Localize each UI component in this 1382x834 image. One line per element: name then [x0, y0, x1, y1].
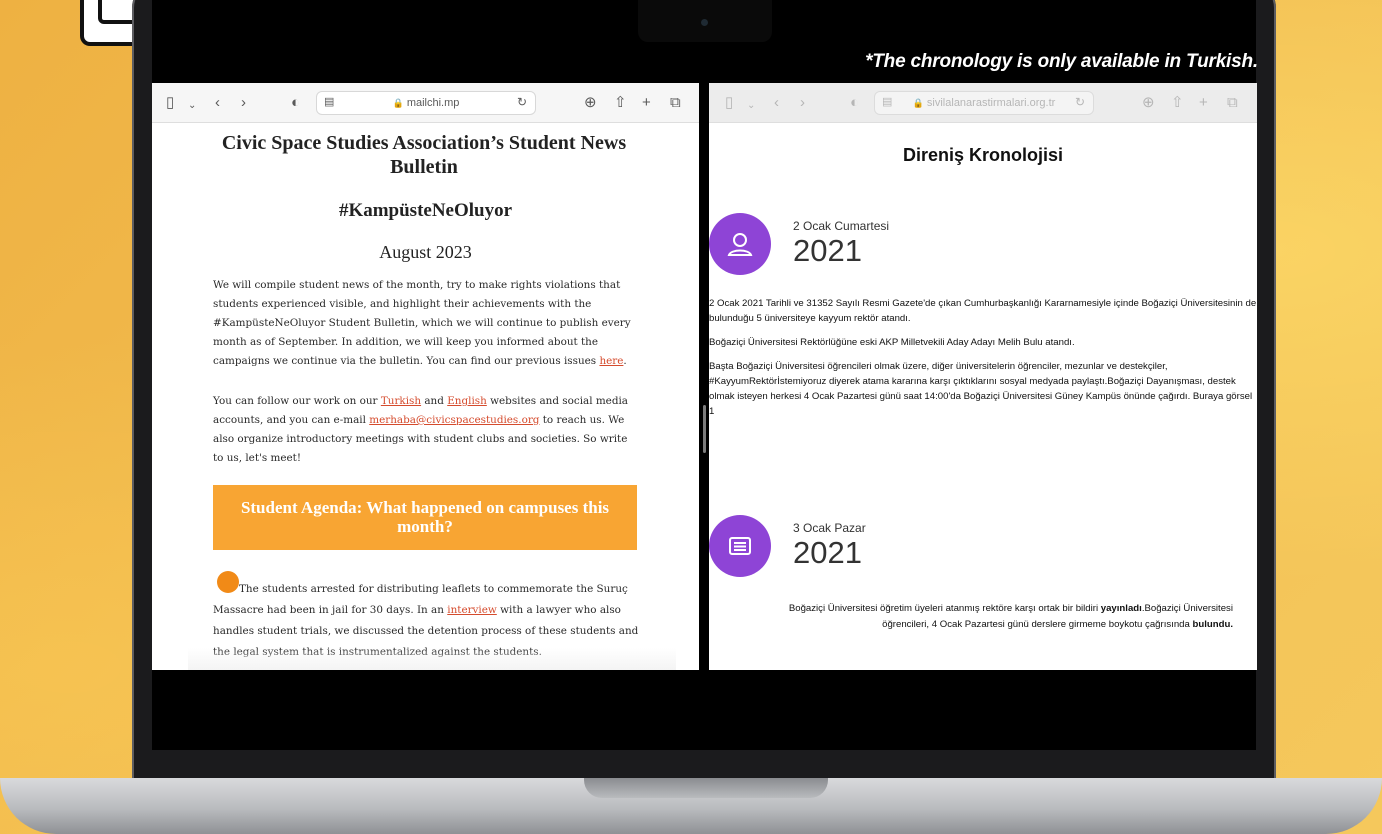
newsletter-month: August 2023: [379, 242, 472, 262]
left-browser-window: ▯ ⌄ ‹ › ◐ ▤ 🔒 mailchi.mp ↻ ⊕ ⇧ + ⧉ Civic…: [152, 83, 699, 670]
lock-icon: 🔒: [392, 97, 404, 108]
intro-paragraph: We will compile student news of the mont…: [213, 276, 641, 371]
english-website-link[interactable]: English: [447, 395, 487, 407]
sidebar-icon[interactable]: ▯: [166, 94, 174, 112]
entry-bold-1: yayınladı: [1100, 603, 1142, 614]
previous-issues-link[interactable]: here: [599, 355, 623, 367]
shield-icon[interactable]: ◐: [291, 94, 300, 112]
left-browser-toolbar: ▯ ⌄ ‹ › ◐ ▤ 🔒 mailchi.mp ↻ ⊕ ⇧ + ⧉: [152, 83, 699, 123]
share-icon[interactable]: ⇧: [614, 94, 627, 112]
laptop-base-notch: [584, 778, 828, 798]
download-icon[interactable]: ⊕: [1142, 94, 1155, 112]
entry-year: 2021: [793, 535, 862, 570]
person-icon: [709, 213, 771, 275]
intro-text: We will compile student news of the mont…: [213, 279, 631, 367]
newspaper-icon: [709, 515, 771, 577]
entry-paragraph: Başta Boğaziçi Üniversitesi öğrencileri …: [709, 361, 1253, 417]
split-view-divider[interactable]: [703, 405, 706, 453]
entry-paragraph: Boğaziçi Üniversitesi Rektörlüğüne eski …: [709, 337, 1075, 348]
back-icon[interactable]: ‹: [215, 94, 220, 112]
scroll-fade: [188, 648, 676, 670]
contact-text-2: and: [421, 395, 448, 407]
download-icon[interactable]: ⊕: [584, 94, 597, 112]
language-note: *The chronology is only available in Tur…: [865, 51, 1258, 72]
back-icon[interactable]: ‹: [774, 94, 779, 112]
chronology-title: Direniş Kronolojisi: [902, 145, 1064, 165]
camera-icon: [701, 19, 708, 26]
student-agenda-banner: Student Agenda: What happened on campuse…: [213, 485, 637, 550]
entry-paragraph: Boğaziçi Üniversitesi öğretim üyeleri at…: [749, 601, 1233, 633]
entry-text-1: Boğaziçi Üniversitesi öğretim üyeleri at…: [788, 603, 1101, 614]
address-url: mailchi.mp: [406, 97, 460, 109]
reload-icon[interactable]: ↻: [1075, 95, 1085, 109]
entry-day: 2 Ocak Cumartesi: [793, 219, 890, 233]
page-icon: ▤: [324, 96, 335, 108]
shield-icon[interactable]: ◐: [850, 94, 859, 112]
interview-link[interactable]: interview: [447, 604, 497, 616]
new-tab-icon[interactable]: +: [642, 94, 651, 112]
email-link[interactable]: merhaba@civicspacestudies.org: [369, 414, 539, 426]
sidebar-icon[interactable]: ▯: [725, 94, 733, 112]
tabs-overview-icon[interactable]: ⧉: [1227, 94, 1238, 112]
intro-end: .: [623, 355, 627, 367]
chevron-down-icon[interactable]: ⌄: [188, 97, 196, 115]
tabs-overview-icon[interactable]: ⧉: [670, 94, 681, 112]
reload-icon[interactable]: ↻: [517, 95, 527, 109]
forward-icon[interactable]: ›: [800, 94, 805, 112]
address-bar[interactable]: ▤ 🔒 mailchi.mp ↻: [316, 91, 536, 115]
forward-icon[interactable]: ›: [241, 94, 246, 112]
entry-year: 2021: [793, 233, 862, 268]
address-url: sivilalanarastirmalari.org.tr: [926, 97, 1056, 109]
contact-text-1: You can follow our work on our: [213, 395, 381, 407]
newsletter-hashtag: #KampüsteNeOluyor: [338, 200, 513, 221]
screen-bezel-bottom: [152, 750, 1256, 780]
page-icon: ▤: [882, 96, 893, 108]
chevron-down-icon[interactable]: ⌄: [747, 97, 755, 115]
right-browser-toolbar: ▯ ⌄ ‹ › ◐ ▤ 🔒 sivilalanarastirmalari.org…: [709, 83, 1257, 123]
contact-paragraph: You can follow our work on our Turkish a…: [213, 392, 641, 468]
right-browser-window: ▯ ⌄ ‹ › ◐ ▤ 🔒 sivilalanarastirmalari.org…: [709, 83, 1257, 670]
entry-paragraph: 2 Ocak 2021 Tarihli ve 31352 Sayılı Resm…: [709, 298, 1257, 324]
share-icon[interactable]: ⇧: [1171, 94, 1184, 112]
turkish-website-link[interactable]: Turkish: [381, 395, 421, 407]
entry-day: 3 Ocak Pazar: [793, 521, 866, 535]
newsletter-title: Civic Space Studies Association’s Studen…: [221, 132, 627, 178]
new-tab-icon[interactable]: +: [1199, 94, 1208, 112]
lock-icon: 🔒: [912, 97, 924, 108]
entry-bold-2: bulundu.: [1192, 619, 1234, 630]
address-bar[interactable]: ▤ 🔒 sivilalanarastirmalari.org.tr ↻: [874, 91, 1094, 115]
